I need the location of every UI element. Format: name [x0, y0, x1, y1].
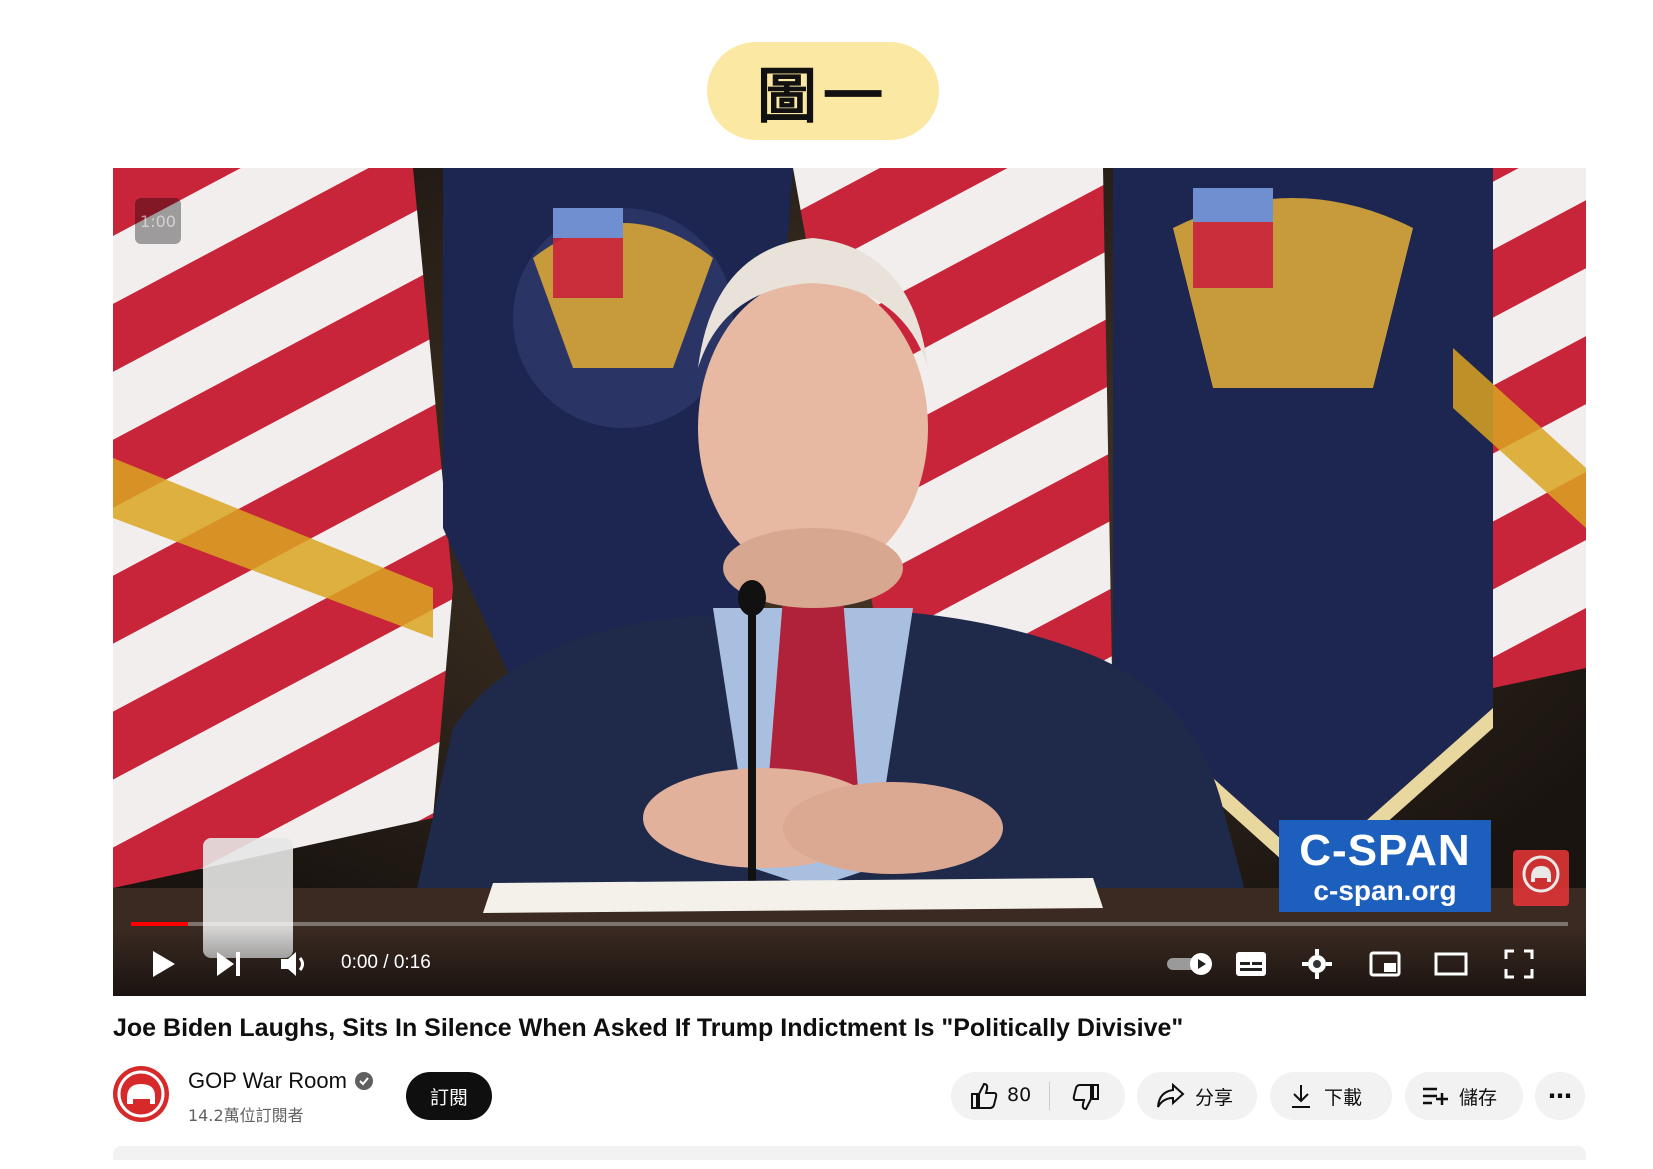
- channel-name-text[interactable]: GOP War Room: [188, 1068, 347, 1094]
- like-divider: [1049, 1082, 1050, 1110]
- volume-button[interactable]: [277, 946, 313, 982]
- theater-mode-button[interactable]: [1433, 946, 1469, 982]
- subtitles-icon: [1236, 952, 1266, 976]
- player-controls: 0:00 / 0:16: [113, 928, 1586, 996]
- video-title: Joe Biden Laughs, Sits In Silence When A…: [113, 1014, 1184, 1042]
- time-display: 0:00 / 0:16: [341, 952, 431, 973]
- figure-label: 圖一: [707, 42, 939, 140]
- elephant-icon: [117, 1070, 165, 1118]
- dislike-button[interactable]: [1071, 1082, 1101, 1112]
- settings-button[interactable]: [1299, 946, 1335, 982]
- like-count: 80: [1007, 1084, 1032, 1106]
- download-icon: [1290, 1083, 1312, 1109]
- skip-next-icon: [217, 952, 240, 976]
- thumbs-down-icon: [1072, 1084, 1099, 1111]
- cspan-watermark: C-SPAN c-span.org: [1279, 820, 1491, 912]
- channel-name[interactable]: GOP War Room: [188, 1068, 373, 1094]
- play-button[interactable]: [145, 946, 181, 982]
- more-actions-button[interactable]: ⋯: [1535, 1072, 1585, 1120]
- like-button[interactable]: [969, 1081, 999, 1111]
- cspan-logo-text: C-SPAN: [1299, 826, 1471, 875]
- theater-icon: [1434, 952, 1468, 976]
- fullscreen-icon: [1504, 949, 1534, 979]
- volume-icon: [281, 952, 304, 976]
- fullscreen-button[interactable]: [1501, 946, 1537, 982]
- thumbs-up-icon: [971, 1082, 998, 1109]
- playlist-add-icon: [1421, 1085, 1449, 1107]
- verified-icon: [354, 1072, 373, 1090]
- autoplay-toggle-icon: [1167, 953, 1212, 975]
- download-button[interactable]: 下載: [1270, 1072, 1392, 1120]
- save-button[interactable]: 儲存: [1405, 1072, 1523, 1120]
- description-box-edge: [113, 1146, 1586, 1160]
- gear-icon: [1302, 949, 1332, 979]
- video-player[interactable]: 1:00 C-SPAN c-span.org 0:00 / 0:16: [113, 168, 1586, 996]
- save-label: 儲存: [1459, 1086, 1498, 1109]
- subscribe-button[interactable]: 訂閱: [406, 1072, 492, 1120]
- overlay-time-badge: 1:00: [135, 198, 181, 244]
- cspan-url-text: c-span.org: [1313, 875, 1457, 906]
- share-button[interactable]: 分享: [1137, 1072, 1257, 1120]
- miniplayer-button[interactable]: [1367, 946, 1403, 982]
- play-icon: [153, 951, 175, 977]
- next-button[interactable]: [211, 946, 247, 982]
- miniplayer-icon: [1369, 951, 1401, 977]
- download-label: 下載: [1324, 1086, 1363, 1109]
- progress-bar[interactable]: [131, 922, 1568, 926]
- elephant-icon: [1522, 855, 1560, 893]
- more-icon: ⋯: [1548, 1082, 1572, 1110]
- channel-subscribe-watermark[interactable]: [1513, 850, 1569, 906]
- progress-played: [131, 922, 189, 926]
- share-icon: [1155, 1083, 1185, 1109]
- share-label: 分享: [1195, 1086, 1234, 1109]
- like-dislike-group: 80: [951, 1072, 1125, 1120]
- autoplay-toggle[interactable]: [1163, 946, 1219, 982]
- channel-avatar[interactable]: [113, 1066, 169, 1122]
- subscriber-count: 14.2萬位訂閱者: [188, 1106, 304, 1125]
- subtitles-button[interactable]: [1233, 946, 1269, 982]
